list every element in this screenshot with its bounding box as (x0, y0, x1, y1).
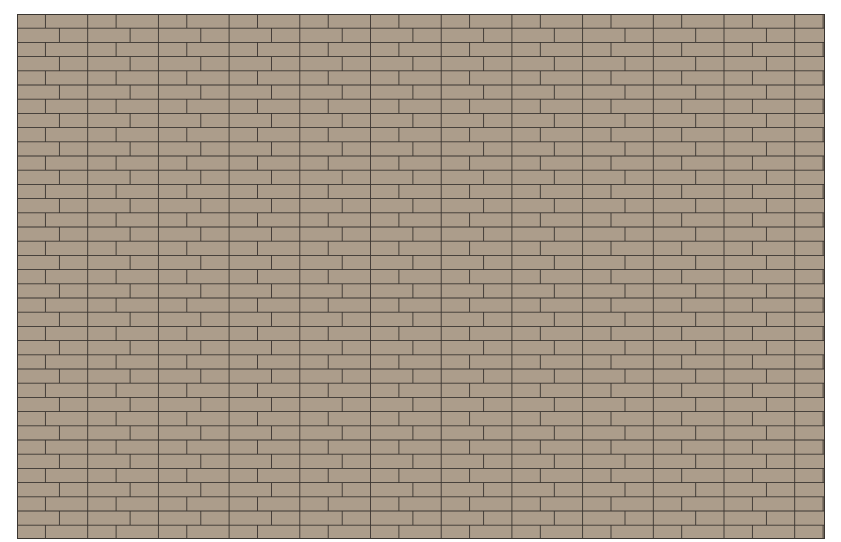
brick-tile-pattern (17, 14, 825, 539)
tile-surface (17, 14, 825, 539)
